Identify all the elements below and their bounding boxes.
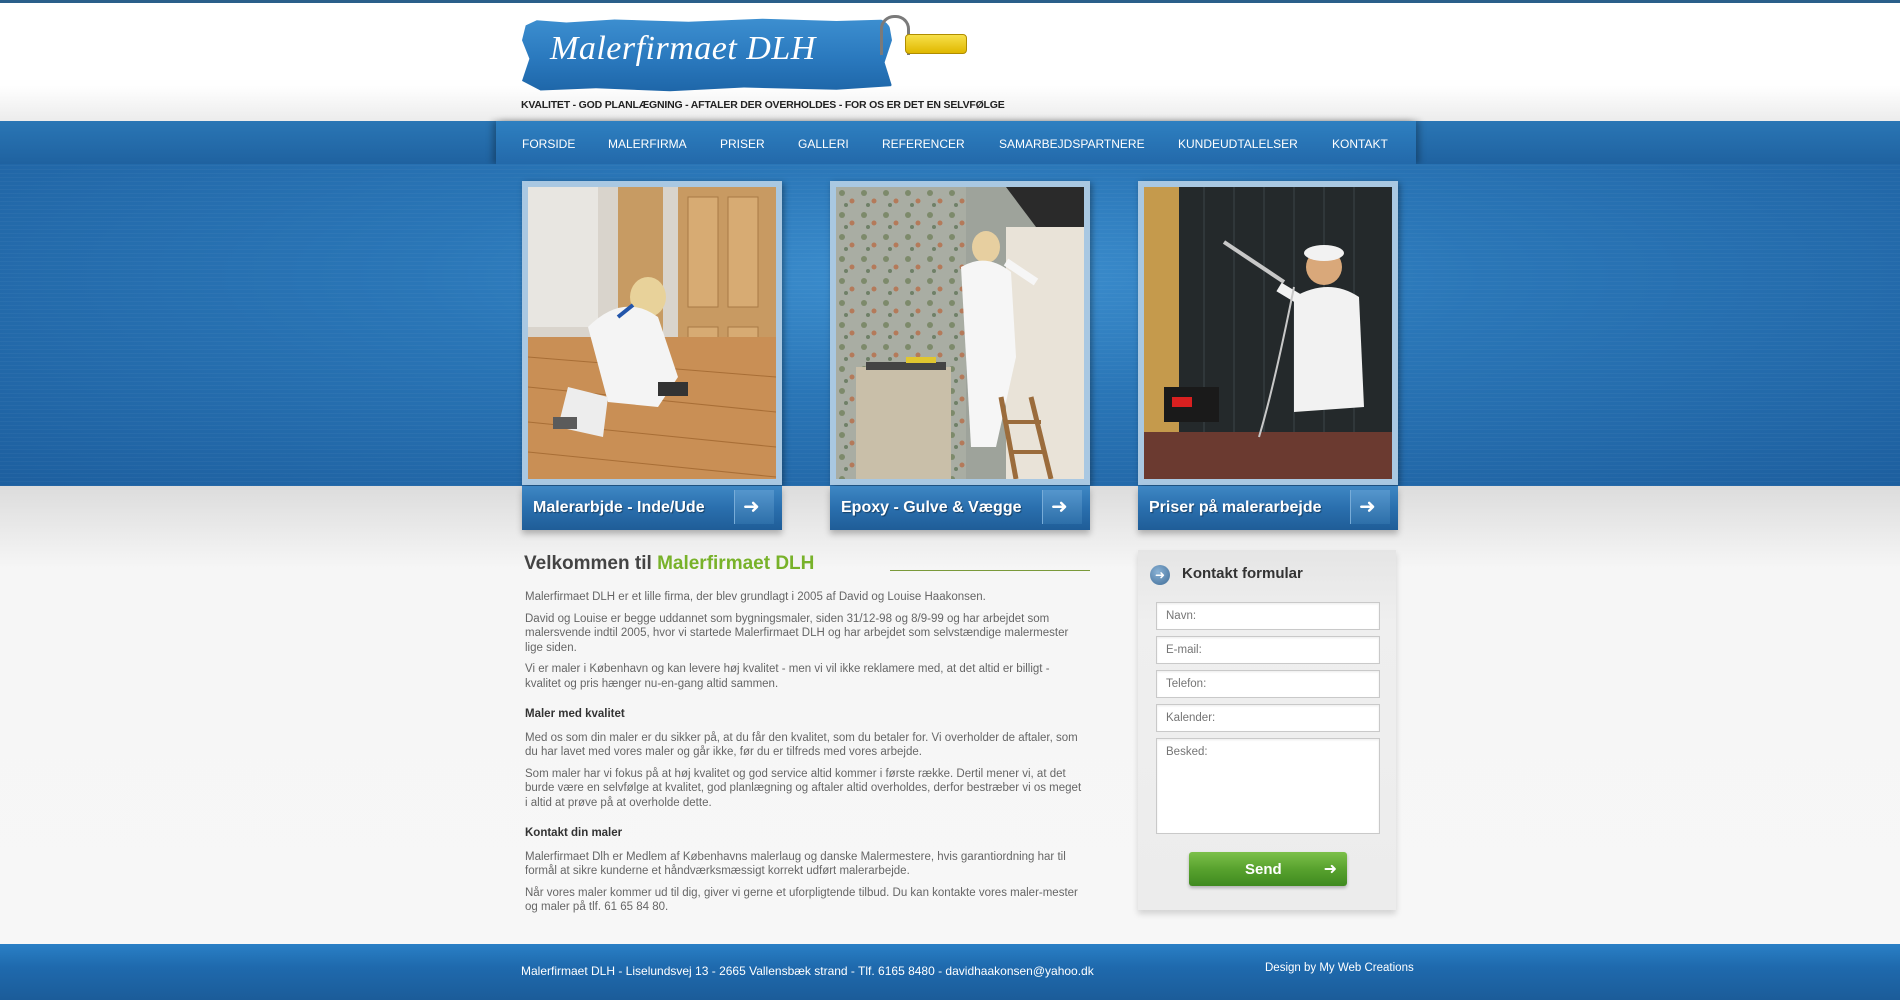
title-prefix: Velkommen til	[524, 553, 652, 574]
title-highlight: Malerfirmaet DLH	[657, 553, 815, 574]
calendar-input[interactable]	[1156, 704, 1380, 732]
nav-item-samarbejdspartnere[interactable]: SAMARBEJDSPARTNERE	[999, 137, 1145, 151]
section-paragraph: Med os som din maler er du sikker på, at…	[525, 731, 1078, 759]
main-content: Malerfirmaet DLH er et lille firma, der …	[525, 590, 1085, 922]
nav-item-forside[interactable]: FORSIDE	[522, 137, 575, 151]
arrow-circle-icon: ➜	[1150, 565, 1170, 585]
send-button-label: Send	[1245, 861, 1282, 878]
service-button-label: Priser på malerarbejde	[1149, 499, 1322, 516]
arrow-right-icon: ➜	[1350, 490, 1390, 524]
painter-spray-photo	[1144, 187, 1392, 479]
site-header: Malerfirmaet DLH KVALITET - GOD PLANLÆGN…	[0, 3, 1900, 121]
site-footer: Malerfirmaet DLH - Liselundsvej 13 - 266…	[0, 944, 1900, 1000]
section-paragraph: Som maler har vi fokus på at høj kvalite…	[525, 767, 1082, 809]
service-button-label: Epoxy - Gulve & Vægge	[841, 499, 1022, 516]
intro-paragraph: Malerfirmaet DLH er et lille firma, der …	[525, 591, 986, 603]
footer-address: Malerfirmaet DLH - Liselundsvej 13 - 266…	[521, 964, 1094, 978]
nav-item-priser[interactable]: PRISER	[720, 137, 765, 151]
phone-input[interactable]	[1156, 670, 1380, 698]
message-textarea[interactable]	[1156, 738, 1380, 834]
painter-floor-photo	[528, 187, 776, 479]
service-card-photo-2[interactable]	[830, 181, 1090, 485]
section-heading: Kontakt din maler	[525, 827, 623, 839]
service-button-malerarbejde[interactable]: Malerarbjde - Inde/Ude ➜	[522, 486, 782, 530]
service-card-photo-1[interactable]	[522, 181, 782, 485]
arrow-right-icon: ➜	[1323, 861, 1337, 878]
section-paragraph: Når vores maler kommer ud til dig, giver…	[525, 886, 1078, 914]
email-input[interactable]	[1156, 636, 1380, 664]
arrow-right-icon: ➜	[734, 490, 774, 524]
footer-credit-link[interactable]: Design by My Web Creations	[1265, 962, 1414, 974]
section-paragraph: Malerfirmaet Dlh er Medlem af Københavns…	[525, 850, 1066, 878]
section-heading: Maler med kvalitet	[525, 708, 625, 720]
paint-roller-icon	[905, 34, 967, 54]
nav-item-malerfirma[interactable]: MALERFIRMA	[608, 137, 687, 151]
intro-paragraph: Vi er maler i København og kan levere hø…	[525, 663, 1050, 690]
service-button-label: Malerarbjde - Inde/Ude	[533, 499, 705, 516]
title-divider	[890, 570, 1090, 571]
page-title: Velkommen til Malerfirmaet DLH	[524, 553, 814, 575]
logo[interactable]: Malerfirmaet DLH	[520, 12, 980, 112]
painter-wallpaper-photo	[836, 187, 1084, 479]
contact-form-title: Kontakt formular	[1182, 565, 1303, 582]
service-card-photo-3[interactable]	[1138, 181, 1398, 485]
contact-form: ➜ Kontakt formular Send ➜	[1138, 550, 1396, 910]
logo-text: Malerfirmaet DLH	[550, 30, 816, 67]
intro-paragraph: David og Louise er begge uddannet som by…	[525, 612, 1069, 654]
send-button[interactable]: Send ➜	[1189, 852, 1347, 886]
service-button-epoxy[interactable]: Epoxy - Gulve & Vægge ➜	[830, 486, 1090, 530]
arrow-right-icon: ➜	[1042, 490, 1082, 524]
main-nav: FORSIDE MALERFIRMA PRISER GALLERI REFERE…	[0, 121, 1900, 164]
nav-item-kontakt[interactable]: KONTAKT	[1332, 137, 1388, 151]
nav-item-galleri[interactable]: GALLERI	[798, 137, 849, 151]
nav-item-kundeudtalelser[interactable]: KUNDEUDTALELSER	[1178, 137, 1298, 151]
service-button-priser[interactable]: Priser på malerarbejde ➜	[1138, 486, 1398, 530]
nav-inner: FORSIDE MALERFIRMA PRISER GALLERI REFERE…	[496, 121, 1416, 164]
tagline: KVALITET - GOD PLANLÆGNING - AFTALER DER…	[521, 99, 1005, 111]
nav-item-referencer[interactable]: REFERENCER	[882, 137, 965, 151]
name-input[interactable]	[1156, 602, 1380, 630]
